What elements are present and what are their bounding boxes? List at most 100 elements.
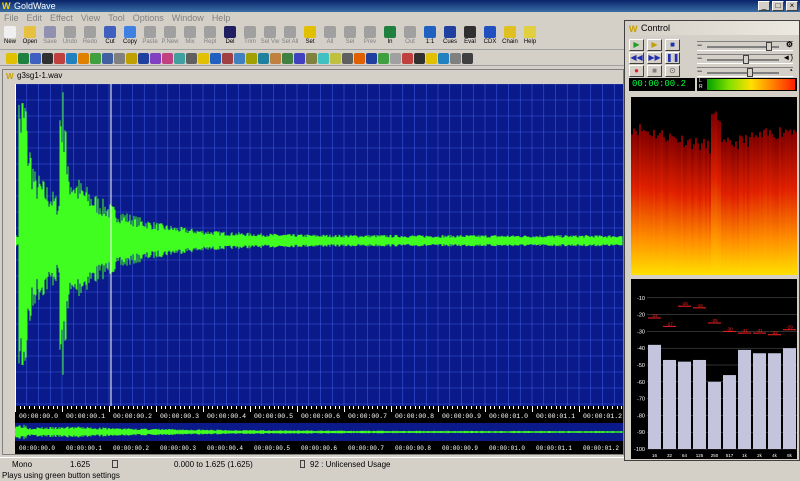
- toolbar-cdx-button[interactable]: CDX: [480, 24, 500, 50]
- toolbar-all-button[interactable]: All: [320, 24, 340, 50]
- effect-35-icon[interactable]: [414, 53, 425, 64]
- toolbar-open-button[interactable]: Open: [20, 24, 40, 50]
- toolbar-help-button[interactable]: Help: [520, 24, 540, 50]
- overview-strip[interactable]: [14, 423, 623, 441]
- effect-29-icon[interactable]: [342, 53, 353, 64]
- effect-13-icon[interactable]: [150, 53, 161, 64]
- toolbar-out-button[interactable]: Out: [400, 24, 420, 50]
- effect-2-icon[interactable]: [18, 53, 29, 64]
- toolbar-new-button[interactable]: New: [0, 24, 20, 50]
- effect-38-icon[interactable]: [450, 53, 461, 64]
- effect-26-icon[interactable]: [306, 53, 317, 64]
- volume-slider[interactable]: − ⚙: [697, 40, 793, 51]
- effect-31-icon[interactable]: [366, 53, 377, 64]
- effect-15-icon[interactable]: [174, 53, 185, 64]
- fast-forward-button[interactable]: ▶▶: [647, 52, 662, 64]
- record-button[interactable]: ●: [629, 65, 644, 77]
- effect-23-icon[interactable]: [270, 53, 281, 64]
- toolbar-cut-button[interactable]: Cut: [100, 24, 120, 50]
- toolbar-p-new-button[interactable]: P.New: [160, 24, 180, 50]
- effect-25-icon[interactable]: [294, 53, 305, 64]
- effect-19-icon[interactable]: [222, 53, 233, 64]
- speed-knob[interactable]: [746, 68, 753, 77]
- effect-10-icon[interactable]: [114, 53, 125, 64]
- effect-33-icon[interactable]: [390, 53, 401, 64]
- effect-3-icon[interactable]: [30, 53, 41, 64]
- toolbar-eval-button[interactable]: Eval: [460, 24, 480, 50]
- minimize-button[interactable]: _: [758, 1, 770, 11]
- effect-12-icon[interactable]: [138, 53, 149, 64]
- toolbar-del-button[interactable]: Del: [220, 24, 240, 50]
- waveform-graphic[interactable]: [14, 83, 623, 406]
- time-ruler[interactable]: 00:00:00.0 00:00:00.1 00:00:00.2 00:00:00.3…: [15, 406, 623, 423]
- toolbar-sel-button[interactable]: Sel: [340, 24, 360, 50]
- toolbar-chain-button[interactable]: Chain: [500, 24, 520, 50]
- menu-effect[interactable]: Effect: [46, 12, 77, 24]
- toolbar-sel-all-button[interactable]: Sel All: [280, 24, 300, 50]
- play-all-button[interactable]: ▶: [629, 39, 644, 51]
- toolbar-trim-button[interactable]: Trim: [240, 24, 260, 50]
- toolbar-save-button[interactable]: Save: [40, 24, 60, 50]
- spectrum-bars[interactable]: -10 -20 -30 -40 -50 -60 -70 -80 -90 -100 -22 16 -27 3…: [631, 279, 797, 459]
- pause-button[interactable]: ❚❚: [665, 52, 680, 64]
- toolbar-copy-button[interactable]: Copy: [120, 24, 140, 50]
- effect-18-icon[interactable]: [210, 53, 221, 64]
- close-button[interactable]: ×: [786, 1, 798, 11]
- toolbar-repl-button[interactable]: Repl: [200, 24, 220, 50]
- menu-edit[interactable]: Edit: [23, 12, 47, 24]
- menu-options[interactable]: Options: [129, 12, 168, 24]
- effect-16-icon[interactable]: [186, 53, 197, 64]
- effect-14-icon[interactable]: [162, 53, 173, 64]
- effect-4-icon[interactable]: [42, 53, 53, 64]
- toolbar-mix-button[interactable]: Mix: [180, 24, 200, 50]
- record-settings-button[interactable]: ⊙: [665, 65, 680, 77]
- toolbar-cues-button[interactable]: Cues: [440, 24, 460, 50]
- effect-8-icon[interactable]: [90, 53, 101, 64]
- menu-file[interactable]: File: [0, 12, 23, 24]
- stop-button[interactable]: ■: [665, 39, 680, 51]
- effect-1-icon[interactable]: [6, 53, 17, 64]
- effect-28-icon[interactable]: [330, 53, 341, 64]
- effect-22-icon[interactable]: [258, 53, 269, 64]
- toolbar-set-button[interactable]: Set: [300, 24, 320, 50]
- effect-6-icon[interactable]: [66, 53, 77, 64]
- play-selection-button[interactable]: ▶: [647, 39, 662, 51]
- volume-knob[interactable]: [766, 42, 773, 51]
- waveform-view[interactable]: [14, 83, 623, 406]
- effect-21-icon[interactable]: [246, 53, 257, 64]
- stop-record-button[interactable]: ■: [647, 65, 662, 77]
- effect-30-icon[interactable]: [354, 53, 365, 64]
- rewind-button[interactable]: ◀◀: [629, 52, 644, 64]
- menu-tool[interactable]: Tool: [104, 12, 129, 24]
- toolbar-redo-button[interactable]: Redo: [80, 24, 100, 50]
- toolbar-paste-button[interactable]: Paste: [140, 24, 160, 50]
- maximize-button[interactable]: □: [772, 1, 784, 11]
- effect-7-icon[interactable]: [78, 53, 89, 64]
- menu-view[interactable]: View: [77, 12, 104, 24]
- effect-24-icon[interactable]: [282, 53, 293, 64]
- effect-39-icon[interactable]: [462, 53, 473, 64]
- spectrogram-view[interactable]: [631, 97, 797, 275]
- menu-window[interactable]: Window: [168, 12, 208, 24]
- effect-20-icon[interactable]: [234, 53, 245, 64]
- in-icon: [384, 26, 396, 38]
- speed-slider[interactable]: − ◔: [697, 66, 793, 77]
- menu-help[interactable]: Help: [208, 12, 235, 24]
- toolbar-undo-button[interactable]: Undo: [60, 24, 80, 50]
- toolbar-1-1-button[interactable]: 1:1: [420, 24, 440, 50]
- effect-34-icon[interactable]: [402, 53, 413, 64]
- balance-slider[interactable]: − ◄): [697, 53, 793, 64]
- toolbar-prev-button[interactable]: Prev: [360, 24, 380, 50]
- effect-5-icon[interactable]: [54, 53, 65, 64]
- balance-knob[interactable]: [743, 55, 750, 64]
- toolbar-in-button[interactable]: In: [380, 24, 400, 50]
- effect-27-icon[interactable]: [318, 53, 329, 64]
- effect-36-icon[interactable]: [426, 53, 437, 64]
- effect-9-icon[interactable]: [102, 53, 113, 64]
- effect-32-icon[interactable]: [378, 53, 389, 64]
- overview-waveform[interactable]: [14, 423, 623, 441]
- effect-37-icon[interactable]: [438, 53, 449, 64]
- toolbar-sel-vw-button[interactable]: Sel Vw: [260, 24, 280, 50]
- effect-11-icon[interactable]: [126, 53, 137, 64]
- effect-17-icon[interactable]: [198, 53, 209, 64]
